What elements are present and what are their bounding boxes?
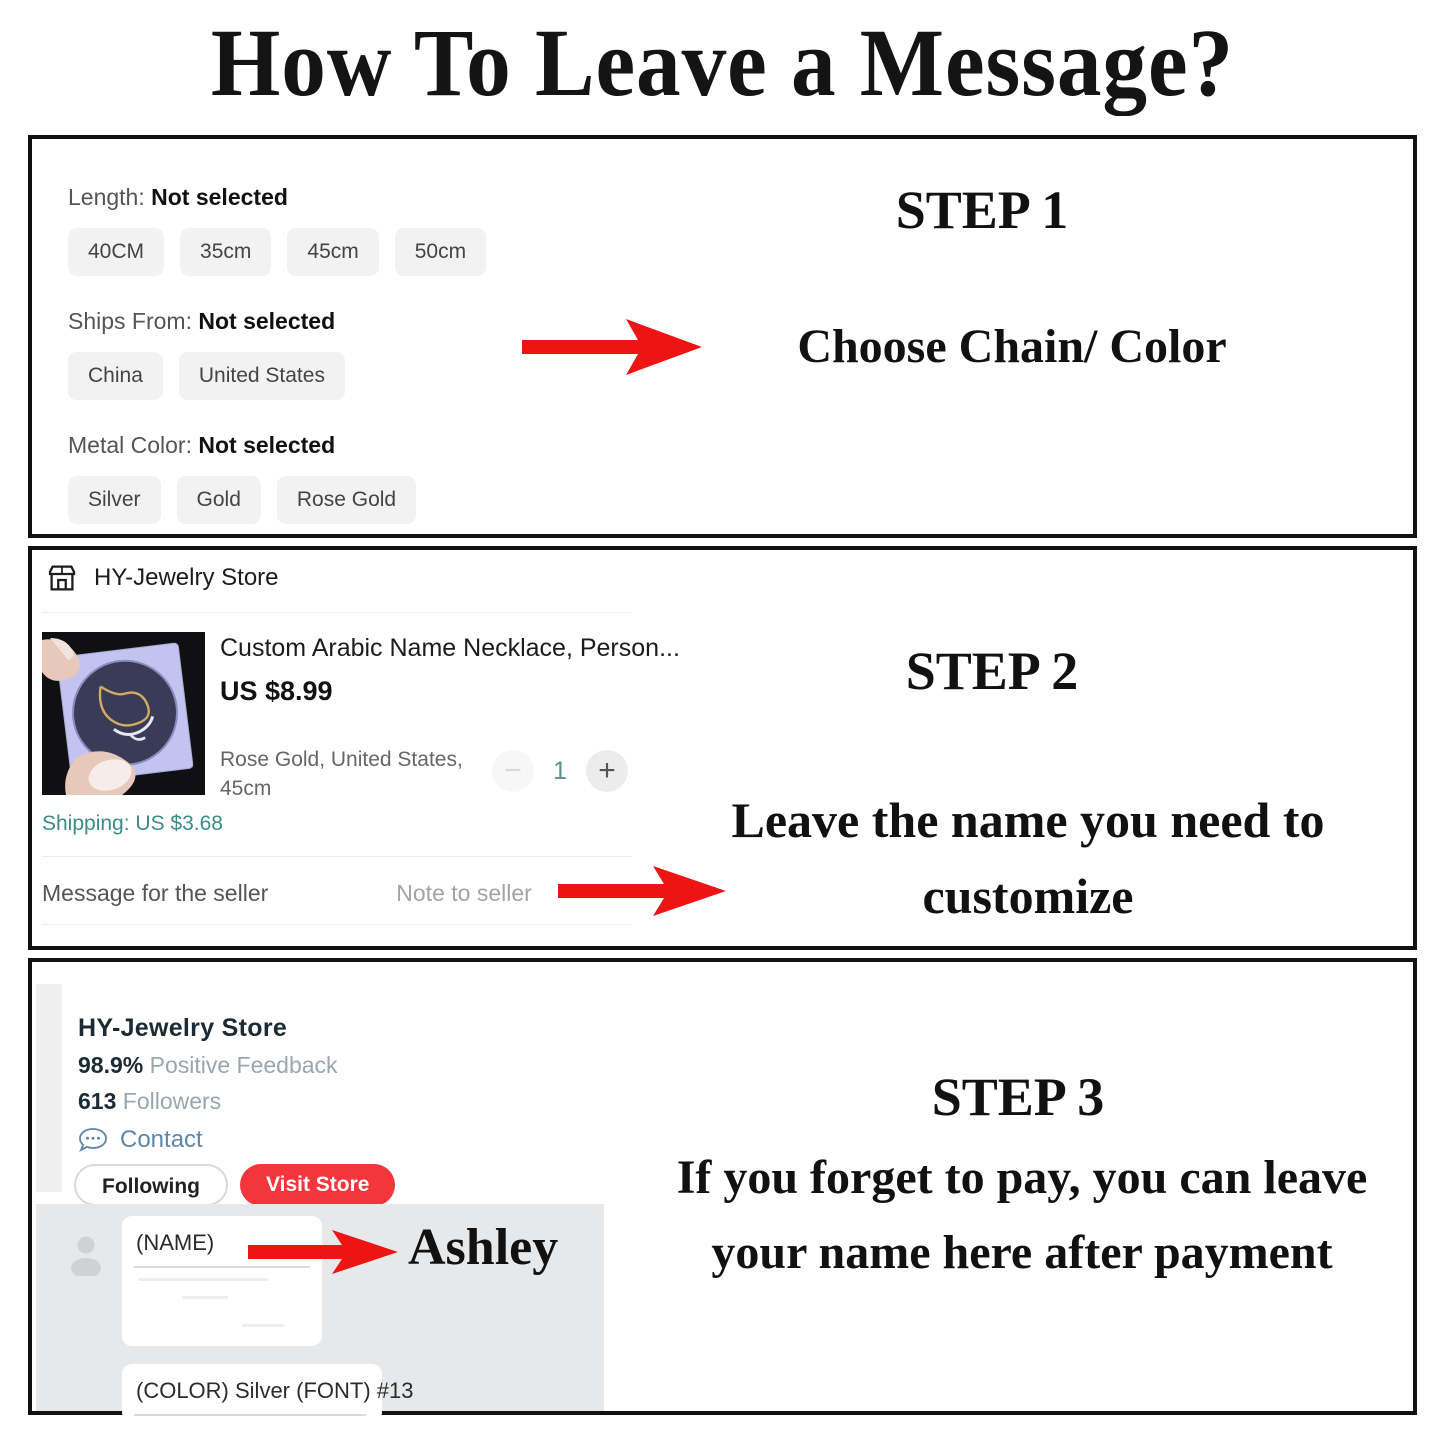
option-chip-china[interactable]: China (68, 352, 163, 400)
option-chip-45cm[interactable]: 45cm (287, 228, 379, 276)
step1-text: Choose Chain/ Color (797, 320, 1227, 373)
option-label-length: Length: Not selected (68, 184, 288, 210)
profile-store-name[interactable]: HY-Jewelry Store (78, 1014, 287, 1043)
shipping-cost: Shipping: US $3.68 (42, 812, 223, 835)
chat-bubble-color-font-text: (COLOR) Silver (FONT) #13 (136, 1378, 414, 1403)
option-chip-silver[interactable]: Silver (68, 476, 161, 524)
infographic-canvas: How To Leave a Message? Length: Not sele… (0, 0, 1445, 1445)
following-button[interactable]: Following (74, 1164, 228, 1206)
message-label: Message for the seller (42, 880, 269, 906)
chat-bubble-icon (79, 1128, 107, 1153)
step3-panel: HY-Jewelry Store 98.9% Positive Feedback… (28, 958, 1417, 1422)
cart-store-name: HY-Jewelry Store (94, 564, 279, 591)
option-group-length: Length: Not selected 40CM 35cm 45cm 50cm (68, 183, 487, 276)
option-label-metal-color: Metal Color: Not selected (68, 432, 336, 458)
option-chip-35cm[interactable]: 35cm (180, 228, 272, 276)
option-group-ships-from: Ships From: Not selected China United St… (68, 307, 345, 400)
step2-panel: HY-Jewelry Store Custom Arabic Name Neck… (28, 546, 1417, 950)
step1-panel: Length: Not selected 40CM 35cm 45cm 50cm… (28, 135, 1417, 538)
bubble-faint-line (242, 1324, 284, 1327)
option-chips-length: 40CM 35cm 45cm 50cm (68, 228, 487, 276)
left-rail (36, 984, 62, 1192)
option-chip-rose-gold[interactable]: Rose Gold (276, 476, 417, 524)
plus-icon[interactable]: + (586, 750, 628, 792)
quantity-value[interactable]: 1 (548, 757, 572, 786)
bubble-underline (134, 1414, 366, 1416)
step1-number: STEP 1 (895, 180, 1069, 240)
step3-text: If you forget to pay, you can leave your… (676, 1151, 1368, 1279)
page-title: How To Leave a Message? (210, 9, 1235, 116)
option-group-metal-color: Metal Color: Not selected Silver Gold Ro… (68, 431, 417, 524)
cart-store-header[interactable]: HY-Jewelry Store (46, 562, 279, 594)
profile-feedback: 98.9% Positive Feedback (78, 1052, 338, 1078)
contact-link[interactable]: Contact (78, 1126, 203, 1154)
storefront-icon (48, 565, 76, 591)
divider-footer (42, 924, 632, 925)
contact-label: Contact (120, 1126, 203, 1153)
step2-number: STEP 2 (905, 641, 1079, 701)
arrow-step-1 (522, 317, 702, 377)
option-chip-50cm[interactable]: 50cm (394, 228, 487, 276)
visit-store-button[interactable]: Visit Store (239, 1164, 396, 1206)
option-chips-metal-color: Silver Gold Rose Gold (68, 476, 417, 524)
quantity-stepper: − 1 + (492, 750, 628, 792)
arrow-step-3 (248, 1228, 398, 1276)
option-chip-united-states[interactable]: United States (178, 352, 345, 400)
message-for-seller-row[interactable]: Message for the seller Note to seller (42, 880, 532, 907)
minus-icon[interactable]: − (492, 750, 534, 792)
product-variant[interactable]: Rose Gold, United States, 45cm (220, 745, 470, 803)
thumbnail-photo (42, 632, 205, 795)
divider-bottom (42, 856, 632, 857)
chat-bubble-color-font[interactable]: (COLOR) Silver (FONT) #13 (122, 1364, 413, 1422)
product-title[interactable]: Custom Arabic Name Necklace, Person... (220, 634, 680, 663)
option-chips-ships-from: China United States (68, 352, 345, 400)
divider-top (42, 612, 632, 613)
arrow-step-2 (558, 864, 726, 918)
option-label-ships-from: Ships From: Not selected (68, 308, 336, 334)
bubble-faint-line (138, 1278, 268, 1281)
user-avatar-icon (71, 1236, 101, 1276)
option-chip-40cm[interactable]: 40CM (68, 228, 165, 276)
note-to-seller-input[interactable]: Note to seller (396, 880, 532, 907)
step3-number: STEP 3 (931, 1067, 1105, 1127)
profile-buttons: Following Visit Store (74, 1164, 396, 1206)
highlight-name: Ashley (408, 1219, 559, 1276)
step2-text: Leave the name you need to customize (731, 792, 1325, 924)
profile-followers: 613 Followers (78, 1088, 222, 1114)
product-thumbnail[interactable] (42, 632, 205, 795)
chat-bubble-name-text: (NAME) (136, 1230, 215, 1255)
option-chip-gold[interactable]: Gold (176, 476, 261, 524)
product-price: US $8.99 (220, 676, 333, 706)
bubble-faint-line (182, 1296, 228, 1299)
